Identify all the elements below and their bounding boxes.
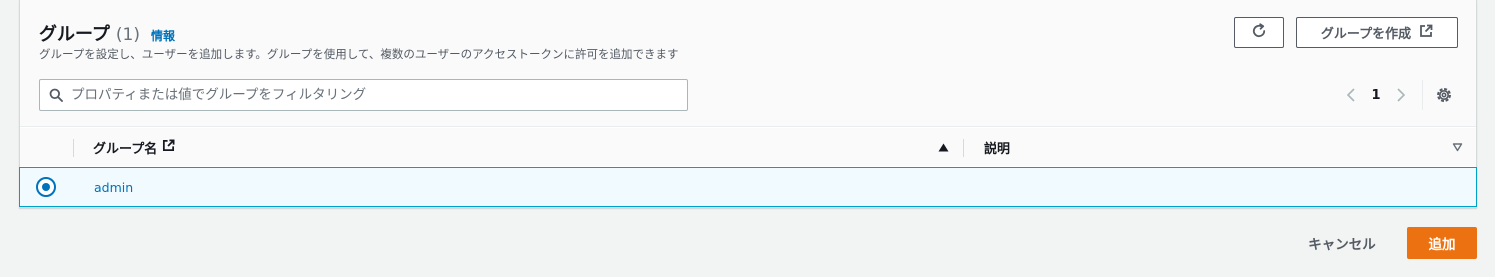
column-header-description[interactable]: 説明	[984, 128, 1010, 166]
page-title: グループ	[39, 24, 110, 45]
search-input[interactable]	[71, 87, 671, 103]
refresh-button[interactable]	[1234, 17, 1284, 48]
create-group-button[interactable]: グループを作成	[1296, 17, 1458, 48]
table-header	[20, 128, 1476, 166]
info-link[interactable]: 情報	[151, 27, 175, 44]
group-name-link[interactable]: admin	[94, 168, 133, 206]
refresh-icon	[1251, 22, 1267, 43]
column-header-label: 説明	[984, 141, 1011, 157]
search-icon	[48, 87, 64, 103]
add-button[interactable]: 追加	[1407, 227, 1477, 259]
cancel-button[interactable]: キャンセル	[1294, 227, 1390, 259]
page-number[interactable]: 1	[1362, 88, 1390, 103]
chevron-left-icon[interactable]	[1340, 84, 1362, 106]
sort-ascending-icon[interactable]	[936, 141, 950, 153]
row-select-radio[interactable]	[36, 177, 56, 197]
panel-header: グループ (1) 情報 グループを設定し、ユーザーを追加します。グループを使用し…	[20, 0, 1476, 127]
group-count: (1)	[115, 25, 141, 45]
pagination: 1	[1340, 84, 1412, 106]
pagination-divider	[1422, 80, 1423, 110]
column-divider	[73, 139, 74, 157]
column-divider	[963, 139, 964, 157]
groups-panel: グループ (1) 情報 グループを設定し、ユーザーを追加します。グループを使用し…	[19, 0, 1477, 208]
table-row[interactable]: admin	[19, 167, 1477, 207]
title-row: グループ (1) 情報	[39, 20, 175, 46]
column-header-group-name[interactable]: グループ名	[93, 128, 175, 166]
external-link-icon	[162, 139, 175, 156]
panel-description: グループを設定し、ユーザーを追加します。グループを使用して、複数のユーザーのアク…	[39, 47, 679, 61]
gear-icon[interactable]	[1433, 84, 1455, 106]
radio-selected-dot	[42, 183, 50, 191]
search-field[interactable]	[39, 79, 688, 111]
chevron-right-icon[interactable]	[1390, 84, 1412, 106]
column-header-label: グループ名	[93, 141, 158, 157]
sort-descending-outline-icon[interactable]	[1450, 141, 1464, 153]
create-group-label: グループを作成	[1320, 27, 1412, 42]
external-link-icon	[1419, 24, 1433, 42]
